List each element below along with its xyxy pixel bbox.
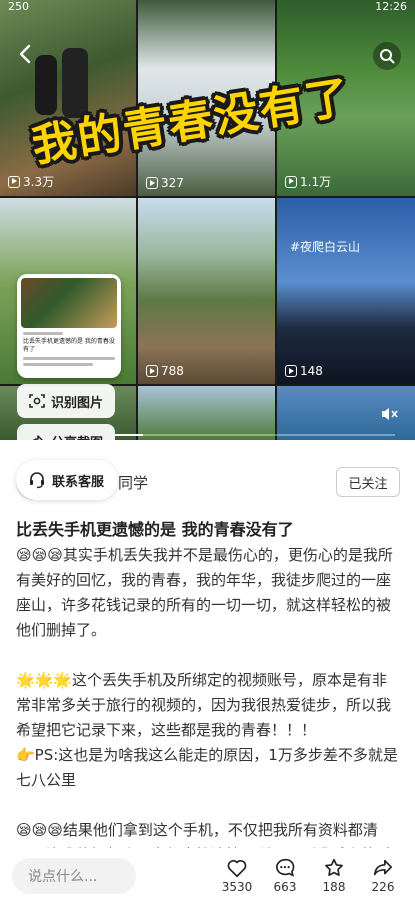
share-screenshot-button[interactable]: 分享截图 <box>17 424 115 440</box>
recognize-image-label: 识别图片 <box>51 395 104 411</box>
scan-icon <box>29 394 45 408</box>
status-left: 250 <box>8 0 29 13</box>
tile-views: 788 <box>146 364 184 378</box>
star-icon <box>325 858 343 876</box>
preview-line <box>23 332 63 335</box>
comment-input[interactable]: 说点什么... <box>12 858 136 894</box>
tile-bottom-1 <box>138 386 275 440</box>
hashtag-label: #夜爬白云山 <box>290 240 361 254</box>
tile-cliff: 788 <box>138 198 275 384</box>
comment-button[interactable]: 663 <box>267 856 303 894</box>
share-arrow-icon <box>373 859 393 876</box>
search-button[interactable] <box>373 42 401 70</box>
comment-count: 663 <box>273 880 297 894</box>
favorite-button[interactable]: 188 <box>316 856 352 894</box>
search-icon <box>380 49 395 64</box>
screenshot-preview-card[interactable]: 比丢失手机更遗憾的是 我的青春没有了 <box>17 274 121 378</box>
post-paragraph: 😪😪😪其实手机丢失我并不是最伤心的，更伤心的是我所有美好的回忆，我的青春，我的年… <box>16 546 393 639</box>
like-button[interactable]: 3530 <box>219 856 255 894</box>
share-count: 226 <box>371 880 395 894</box>
share-button[interactable]: 226 <box>365 856 401 894</box>
preview-title: 比丢失手机更遗憾的是 我的青春没有了 <box>23 338 115 353</box>
favorite-count: 188 <box>322 880 346 894</box>
follow-button[interactable]: 已关注 <box>336 467 400 497</box>
preview-line <box>23 357 115 360</box>
author-name[interactable]: 同学 <box>118 472 148 493</box>
heart-icon <box>227 860 247 878</box>
back-button[interactable] <box>14 42 40 68</box>
comment-bubble-icon <box>276 858 295 877</box>
video-media[interactable]: 250 12:26 3.3万 327 1.1万 788 148 #夜爬白云山 我… <box>0 0 415 440</box>
customer-service-button[interactable]: 联系客服 <box>16 460 118 500</box>
like-count: 3530 <box>221 880 253 894</box>
preview-thumbnail <box>21 278 117 328</box>
tile-night: 148 <box>277 198 415 384</box>
chevron-left-icon <box>19 44 31 64</box>
customer-service-label: 联系客服 <box>52 474 105 490</box>
preview-line <box>23 363 93 366</box>
post-title: 比丢失手机更遗憾的是 我的青春没有了 <box>16 520 294 539</box>
share-icon <box>32 435 43 440</box>
post-paragraph: 🌟🌟🌟这个丢失手机及所绑定的视频账号，原本是有非常非常多关于旅行的视频的，因为我… <box>16 671 392 739</box>
progress-fill <box>115 434 143 436</box>
video-progress[interactable] <box>115 434 395 436</box>
recognize-image-button[interactable]: 识别图片 <box>17 384 115 418</box>
tile-views: 148 <box>285 364 323 378</box>
post-body: 😪😪😪其实手机丢失我并不是最伤心的，更伤心的是我所有美好的回忆，我的青春，我的年… <box>16 543 402 893</box>
speaker-mute-icon <box>382 408 398 420</box>
status-time: 12:26 <box>375 0 407 13</box>
headset-icon <box>30 472 44 489</box>
tile-views: 1.1万 <box>285 173 331 190</box>
volume-button[interactable] <box>381 406 399 426</box>
share-screenshot-label: 分享截图 <box>51 432 103 441</box>
post-paragraph: 👉PS:这也是为啥我这么能走的原因，1万多步差不多就是七八公里 <box>16 746 398 789</box>
status-bar: 250 12:26 <box>0 0 415 16</box>
